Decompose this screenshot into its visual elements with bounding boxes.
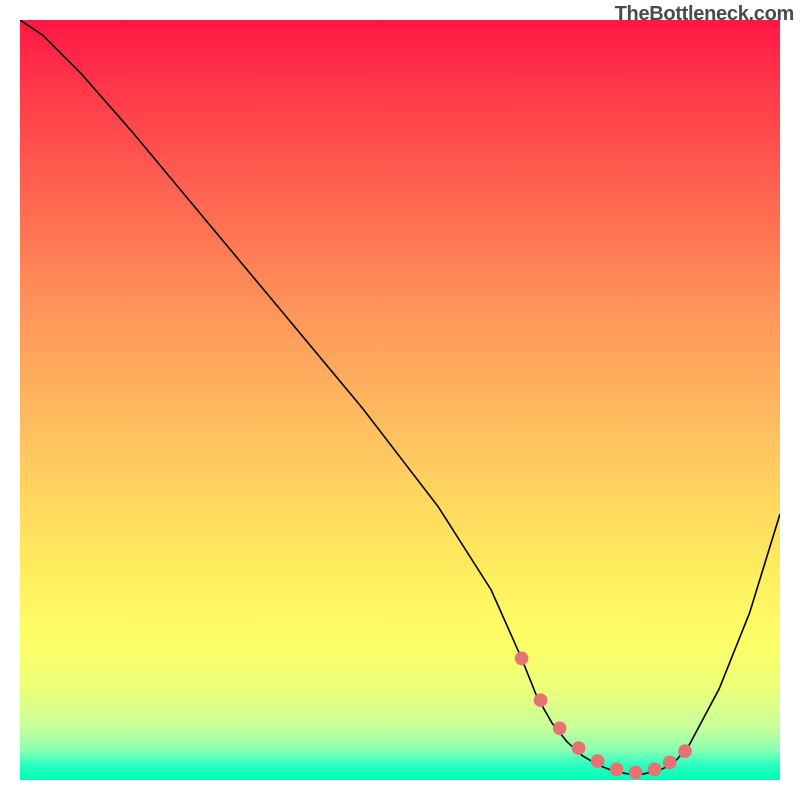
sweet-spot-marker: [591, 754, 605, 768]
sweet-spot-marker: [610, 763, 624, 777]
sweet-spot-marker: [629, 766, 643, 780]
sweet-spot-marker: [515, 652, 529, 666]
chart-plot-svg: [20, 20, 780, 780]
sweet-spot-marker: [572, 741, 586, 755]
sweet-spot-marker: [534, 693, 548, 707]
sweet-spot-marker: [648, 763, 662, 777]
sweet-spot-marker-group: [515, 652, 692, 780]
bottleneck-curve-line: [20, 20, 780, 774]
watermark-text: TheBottleneck.com: [615, 3, 794, 26]
sweet-spot-marker: [553, 721, 567, 735]
sweet-spot-marker: [663, 756, 677, 770]
sweet-spot-marker: [678, 744, 692, 758]
chart-container: TheBottleneck.com: [0, 0, 800, 800]
